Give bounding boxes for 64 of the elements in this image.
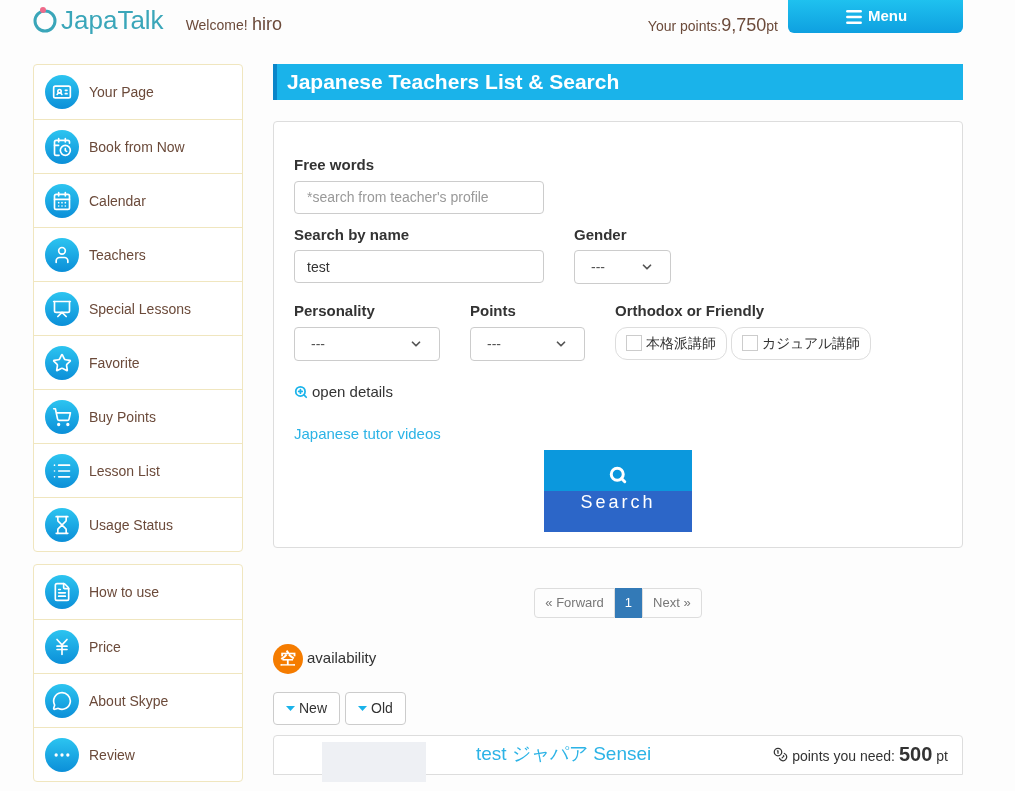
points-needed-value: 500 [898,741,933,767]
dropdown[interactable]: --- [574,250,671,284]
pagination-link[interactable]: « Forward [534,587,615,618]
points-unit: pt [766,17,778,36]
sidebar-item[interactable]: Teachers [34,227,242,281]
field-label: Orthodox or Friendly [615,301,766,321]
field-label: Search by name [294,224,411,245]
checkbox[interactable] [626,335,642,351]
sidebar-item[interactable]: How to use [34,565,242,619]
page-link[interactable]: 1 [614,587,643,618]
dropdown[interactable]: --- [294,326,440,361]
id-card-icon [45,75,79,109]
name-field[interactable]: test [294,250,544,283]
user-name: hiro [252,14,283,34]
free-words-field[interactable]: *search from teacher's profile [294,180,544,214]
sidebar-item[interactable]: Lesson List [34,443,242,497]
sidebar-item[interactable]: Usage Status [34,497,242,551]
dots-icon [45,737,79,772]
checkbox[interactable] [742,335,758,351]
sidebar-item[interactable]: Review [34,727,242,781]
document-icon [45,575,79,609]
caret-icon [358,705,367,711]
dropdown[interactable]: --- [470,326,585,361]
chat-icon [45,683,79,718]
caret-icon [286,705,295,711]
availability-badge: 空 [273,643,303,674]
pagination-link[interactable]: Next » [642,587,702,618]
sidebar-item[interactable]: Buy Points [34,389,242,443]
sidebar-item[interactable]: Your Page [34,65,242,119]
calendar-icon [45,183,79,218]
search-icon [609,465,627,484]
yen-icon [45,629,79,664]
points-needed-label: points you need: [792,746,895,766]
checkbox-option[interactable]: 本格派講師 [615,326,727,360]
person-icon [45,237,79,272]
field-label: Points [470,301,517,321]
points-label: Your points: [647,17,722,36]
sidebar-item[interactable]: Calendar [34,173,242,227]
checkbox-option[interactable]: カジュアル講師 [731,326,871,360]
sort-button[interactable]: Old [345,691,406,725]
field-label: Personality [294,301,376,321]
cart-icon [45,399,79,434]
page-title: Japanese Teachers List & Search [273,64,963,100]
list-icon [45,453,79,488]
points-needed-unit: pt [936,746,948,766]
open-details-link[interactable]: open details [294,380,942,403]
points-value: 9,750 [721,14,767,37]
sidebar-item[interactable]: Favorite [34,335,242,389]
welcome-label: Welcome! [185,17,248,33]
calendar-icon [45,129,79,164]
sidebar-item[interactable]: Special Lessons [34,281,242,335]
coin-icon [773,746,789,762]
sidebar-item[interactable]: Price [34,619,242,673]
sort-button[interactable]: New [273,691,340,725]
zoom-in-icon [294,384,308,399]
sidebar-item[interactable]: Book from Now [34,119,242,173]
search-button[interactable]: Search [544,449,692,532]
logo-icon [33,6,57,34]
hourglass-icon [45,507,79,542]
legend-label: availability [307,648,377,669]
field-label: Free words [294,155,376,175]
presentation-icon [45,291,79,326]
sidebar-item[interactable]: About Skype [34,673,242,727]
field-label: Gender [574,224,628,245]
